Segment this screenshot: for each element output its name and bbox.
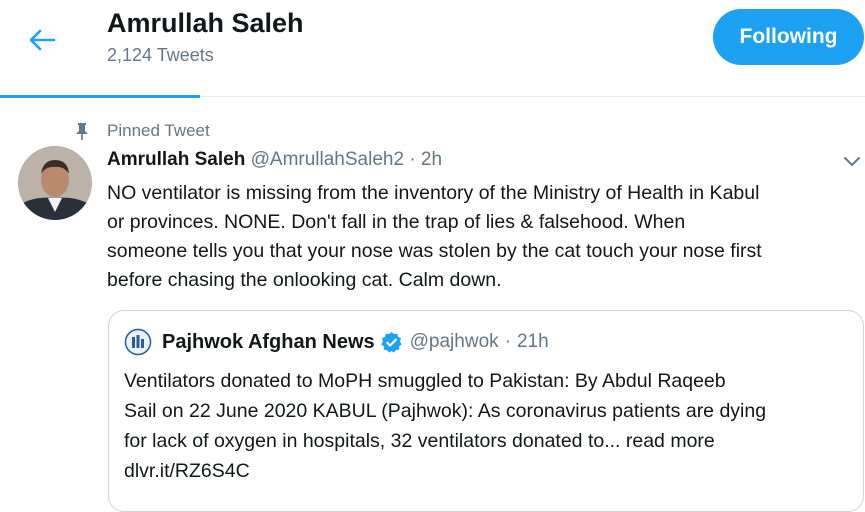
- pin-icon: [72, 121, 92, 141]
- tweet-text-line: NO ventilator is missing from the invent…: [107, 182, 760, 204]
- tweet-text-line: before chasing the onlooking cat. Calm d…: [107, 269, 502, 291]
- pinned-tweet-label: Pinned Tweet: [72, 120, 210, 142]
- following-button[interactable]: Following: [713, 9, 864, 65]
- verified-badge-icon: [380, 330, 404, 354]
- tweet-text-line: someone tells you that your nose was sto…: [107, 240, 762, 262]
- separator-dot: ·: [504, 331, 511, 352]
- quoted-avatar: [124, 328, 152, 356]
- avatar[interactable]: [18, 146, 92, 220]
- tweet-text: NO ventilator is missing from the invent…: [107, 179, 862, 295]
- quoted-link[interactable]: dlvr.it/RZ6S4C: [124, 456, 849, 486]
- separator-dot: ·: [409, 149, 416, 170]
- quoted-tweet-header: Pajhwok Afghan News @pajhwok · 21h: [124, 327, 549, 357]
- profile-name: Amrullah Saleh: [107, 8, 304, 38]
- author-handle[interactable]: @AmrullahSaleh2: [251, 149, 404, 170]
- quoted-time[interactable]: 21h: [517, 331, 549, 353]
- tweet-text-line: or provinces. NONE. Don't fall in the tr…: [107, 211, 686, 233]
- quoted-author-name[interactable]: Pajhwok Afghan News: [162, 331, 375, 354]
- quoted-text-line: Ventilators donated to MoPH smuggled to …: [124, 370, 726, 392]
- profile-header: Amrullah Saleh 2,124 Tweets Following: [0, 0, 865, 78]
- tweet-menu-button[interactable]: [840, 150, 864, 174]
- quoted-tweet[interactable]: Pajhwok Afghan News @pajhwok · 21h Venti…: [108, 310, 864, 512]
- quoted-tweet-text: Ventilators donated to MoPH smuggled to …: [124, 366, 849, 486]
- quoted-text-line: for lack of oxygen in hospitals, 32 vent…: [124, 430, 715, 452]
- tweet-header: Amrullah Saleh @AmrullahSaleh2 · 2h: [107, 149, 442, 171]
- tweet-count: 2,124 Tweets: [107, 45, 214, 65]
- arrow-left-icon: [29, 29, 56, 51]
- tweet-time[interactable]: 2h: [421, 149, 442, 170]
- back-button[interactable]: [24, 22, 60, 58]
- chevron-down-icon: [844, 157, 860, 167]
- author-name[interactable]: Amrullah Saleh: [107, 149, 245, 170]
- pinned-label-text: Pinned Tweet: [107, 121, 210, 140]
- quoted-text-line: Sail on 22 June 2020 KABUL (Pajhwok): As…: [124, 400, 767, 422]
- active-tab-indicator: [0, 95, 200, 98]
- quoted-handle[interactable]: @pajhwok: [410, 331, 499, 353]
